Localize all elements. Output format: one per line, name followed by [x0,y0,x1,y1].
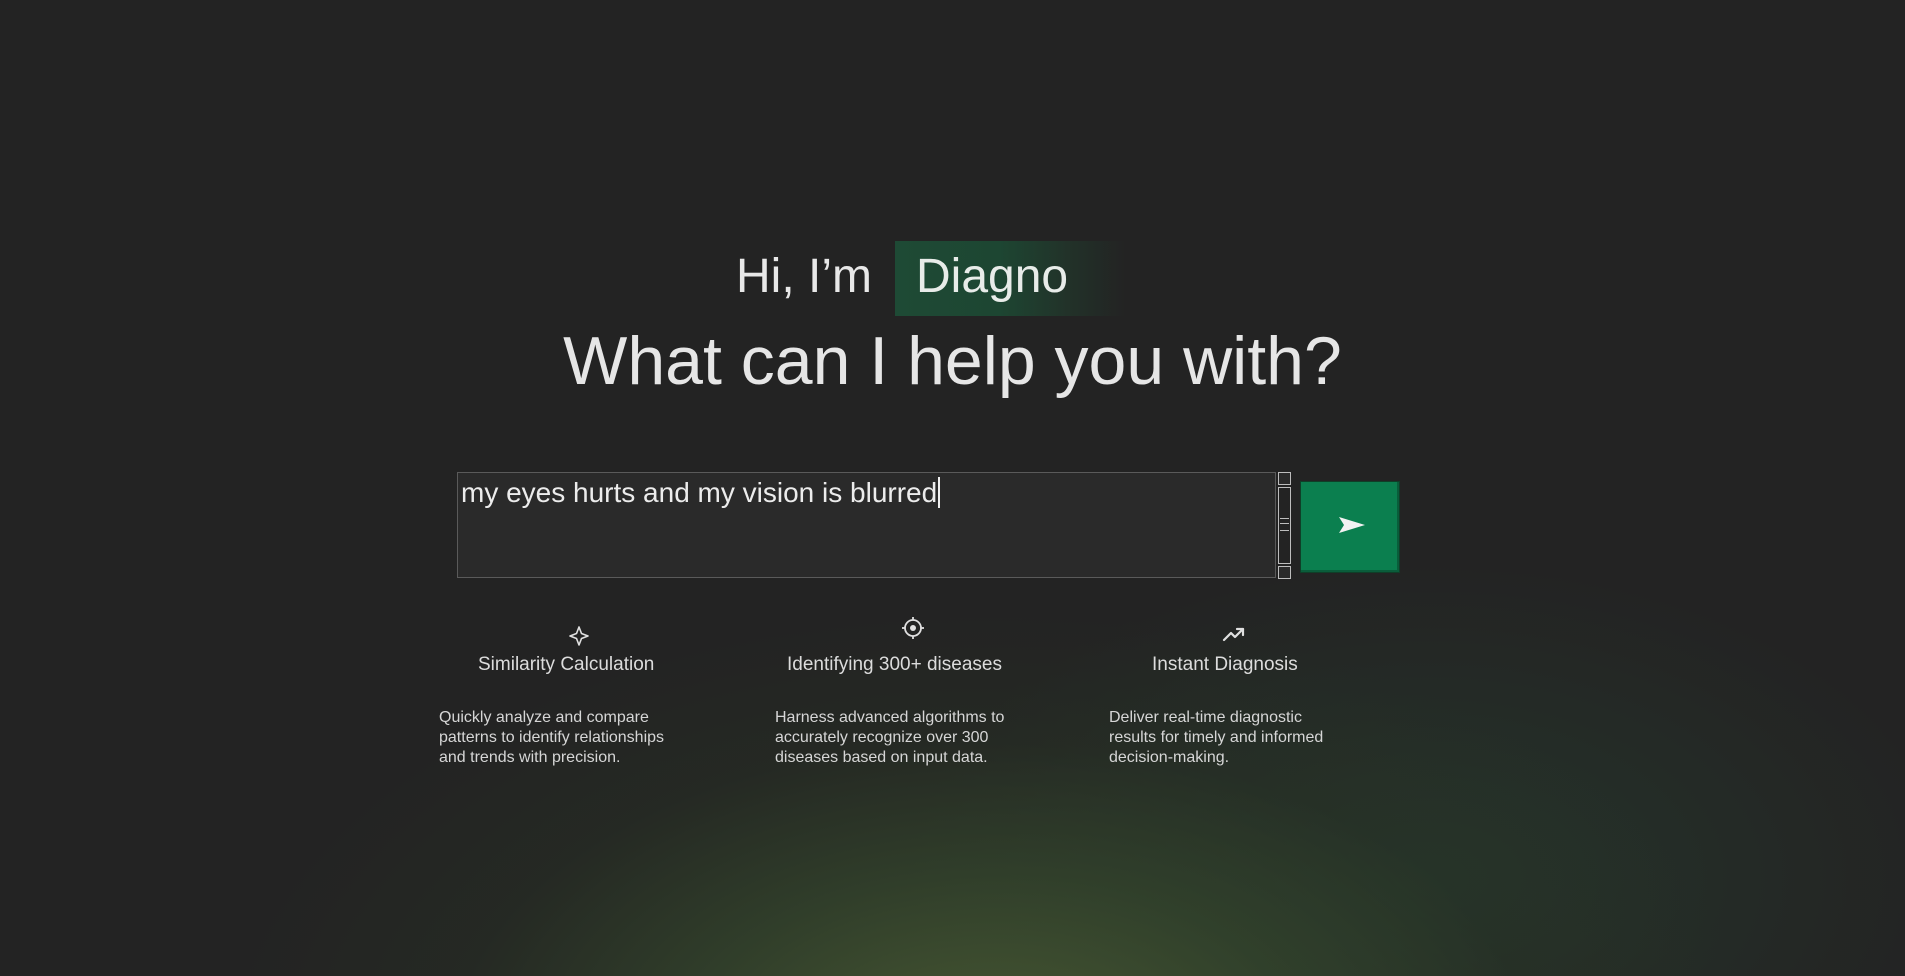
send-arrow-icon [1339,517,1365,533]
scrollbar-thumb[interactable] [1280,518,1289,531]
greeting-prefix: Hi, I’m [736,250,872,303]
scrollbar-track[interactable] [1278,487,1291,564]
feature-description: Quickly analyze and compare patterns to … [439,709,665,766]
greeting: Hi, I’m Diagno [0,241,1905,316]
feature-title: Identifying 300+ diseases [787,654,1002,675]
feature-title: Instant Diagnosis [1152,654,1298,675]
text-caret [938,477,941,508]
symptom-input-value[interactable]: my eyes hurts and my vision is blurred [461,476,941,510]
scroll-up-button[interactable] [1278,472,1291,485]
scroll-down-button[interactable] [1278,566,1291,579]
trending-up-icon [1222,627,1245,642]
feature-list: Similarity Calculation Quickly analyze a… [0,612,1905,812]
assistant-name-badge: Diagno [895,241,1125,316]
feature-description: Deliver real-time diagnostic results for… [1109,709,1324,766]
assistant-name: Diagno [916,250,1069,303]
input-scrollbar[interactable] [1278,472,1293,580]
query-form: my eyes hurts and my vision is blurred [457,472,1402,582]
target-icon [902,617,924,639]
sparkle-icon [569,626,589,646]
feature-title: Similarity Calculation [478,654,655,675]
symptom-input[interactable]: my eyes hurts and my vision is blurred [457,472,1276,578]
send-button[interactable] [1300,481,1400,573]
page-headline: What can I help you with? [563,323,1342,399]
feature-description: Harness advanced algorithms to accuratel… [775,709,1005,766]
